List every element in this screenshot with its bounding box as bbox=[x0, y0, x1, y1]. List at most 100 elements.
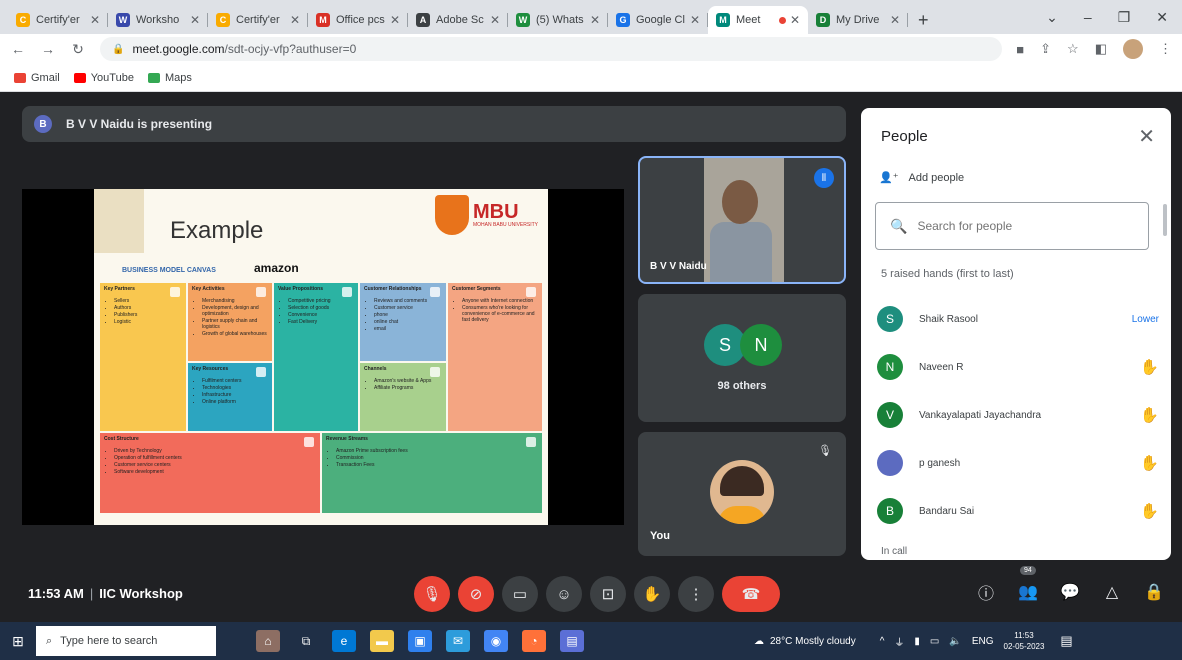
bookmark-star-icon[interactable]: ☆ bbox=[1067, 41, 1079, 57]
profile-avatar[interactable] bbox=[1123, 39, 1143, 59]
minimize-button[interactable]: – bbox=[1084, 9, 1092, 25]
bookmarks-bar: Gmail YouTube Maps bbox=[0, 64, 1182, 92]
temple-widget-icon[interactable]: ⌂ bbox=[256, 630, 280, 652]
browser-tab[interactable]: C Certify'er ✕ bbox=[208, 6, 308, 34]
network-icon[interactable]: ▮ bbox=[914, 636, 920, 647]
panel-scrollbar[interactable] bbox=[1163, 204, 1167, 236]
weather-widget[interactable]: ☁ 28°C Mostly cloudy bbox=[754, 636, 856, 647]
reload-icon[interactable]: ↻ bbox=[70, 41, 86, 58]
participant-row[interactable]: S Shaik Rasool Lower bbox=[877, 304, 1159, 334]
tab-close-icon[interactable]: ✕ bbox=[90, 13, 100, 27]
host-controls-icon[interactable]: 🔒 bbox=[1142, 580, 1166, 604]
slide-corner-decoration bbox=[94, 189, 144, 253]
tab-close-icon[interactable]: ✕ bbox=[290, 13, 300, 27]
menu-kebab-icon[interactable]: ⋮ bbox=[1159, 41, 1172, 57]
participant-row[interactable]: N Naveen R ✋ bbox=[877, 352, 1159, 382]
browser-toolbar: ← → ↻ 🔒 meet.google.com /sdt-ocjy-vfp?au… bbox=[0, 34, 1182, 64]
people-icon[interactable]: 94 👥 bbox=[1016, 566, 1040, 604]
browser-tab[interactable]: D My Drive ✕ bbox=[808, 6, 908, 34]
participant-row[interactable]: B Bandaru Sai ✋ bbox=[877, 496, 1159, 526]
tab-title: Office pcs bbox=[336, 14, 385, 26]
language-indicator[interactable]: ENG bbox=[972, 636, 994, 647]
browser-tab[interactable]: M Office pcs ✕ bbox=[308, 6, 408, 34]
notepad-icon[interactable]: ▤ bbox=[560, 630, 584, 652]
slide: Example MBU MOHAN BABU UNIVERSITY BUSINE… bbox=[94, 189, 548, 525]
side-panel-icon[interactable]: ◧ bbox=[1095, 41, 1107, 57]
bookmark-item[interactable]: YouTube bbox=[73, 72, 134, 84]
self-video-tile[interactable]: 🎙 You bbox=[638, 432, 846, 556]
forward-icon[interactable]: → bbox=[40, 41, 56, 57]
tab-close-icon[interactable]: ✕ bbox=[490, 13, 500, 27]
self-avatar bbox=[710, 460, 774, 524]
firefox-icon[interactable]: ◔ bbox=[522, 630, 546, 652]
tab-title: Certify'er bbox=[36, 14, 80, 26]
tab-close-icon[interactable]: ✕ bbox=[890, 13, 900, 27]
people-search-input[interactable] bbox=[917, 219, 1118, 233]
close-window-button[interactable]: ✕ bbox=[1156, 9, 1168, 26]
present-screen-button[interactable]: ⊡ bbox=[590, 576, 626, 612]
mail-icon[interactable]: ✉ bbox=[446, 630, 470, 652]
camera-in-use-icon[interactable]: ■ bbox=[1016, 42, 1024, 57]
captions-button[interactable]: ▭ bbox=[502, 576, 538, 612]
browser-tab[interactable]: W (5) Whats ✕ bbox=[508, 6, 608, 34]
taskbar-clock[interactable]: 11:53 02-05-2023 bbox=[1004, 630, 1045, 652]
tab-close-icon[interactable]: ✕ bbox=[190, 13, 200, 27]
bookmark-item[interactable]: Gmail bbox=[14, 72, 60, 84]
taskbar-search[interactable]: ⌕ Type here to search bbox=[36, 626, 216, 656]
presenter-video-tile[interactable]: ⦀ B V V Naidu bbox=[638, 156, 846, 284]
tab-search-icon[interactable]: ⌄ bbox=[1046, 9, 1058, 26]
others-tile[interactable]: S N 98 others bbox=[638, 294, 846, 422]
window-controls: ⌄ – ❐ ✕ bbox=[1046, 0, 1182, 34]
battery-icon[interactable]: ▭ bbox=[930, 636, 939, 647]
system-tray: ^ ⏚ ▮ ▭ 🔈 ENG bbox=[880, 634, 994, 649]
canvas-block-item: phone bbox=[374, 312, 442, 318]
canvas-block-item: Driven by Technology bbox=[114, 448, 316, 454]
store-icon[interactable]: ▣ bbox=[408, 630, 432, 652]
back-icon[interactable]: ← bbox=[10, 41, 26, 57]
task-view-icon[interactable]: ⧉ bbox=[294, 630, 318, 652]
browser-tab[interactable]: M Meet ✕ bbox=[708, 6, 808, 34]
close-icon[interactable]: ✕ bbox=[1138, 124, 1155, 149]
add-people-button[interactable]: 👤⁺ Add people bbox=[879, 171, 964, 185]
share-icon[interactable]: ⇪ bbox=[1040, 41, 1051, 57]
chat-icon[interactable]: 💬 bbox=[1058, 580, 1082, 604]
notification-icon[interactable]: ▤ bbox=[1060, 633, 1072, 649]
windows-start-icon[interactable]: ⊞ bbox=[0, 633, 36, 650]
participant-row[interactable]: p ganesh ✋ bbox=[877, 448, 1159, 478]
participant-row[interactable]: V Vankayalapati Jayachandra ✋ bbox=[877, 400, 1159, 430]
new-tab-button[interactable]: + bbox=[908, 6, 939, 34]
address-bar[interactable]: 🔒 meet.google.com /sdt-ocjy-vfp?authuser… bbox=[100, 37, 1003, 61]
browser-tab[interactable]: W Worksho ✕ bbox=[108, 6, 208, 34]
more-options-button[interactable]: ⋮ bbox=[678, 576, 714, 612]
call-controls: 🎙 ⊘ ▭ ☺ ⊡ ✋ ⋮ ☎ bbox=[414, 576, 780, 612]
usb-icon[interactable]: ⏚ bbox=[894, 634, 904, 649]
raise-hand-button[interactable]: ✋ bbox=[634, 576, 670, 612]
tab-close-icon[interactable]: ✕ bbox=[790, 13, 800, 27]
volume-icon[interactable]: 🔈 bbox=[949, 636, 961, 647]
tab-close-icon[interactable]: ✕ bbox=[390, 13, 400, 27]
people-search-field[interactable]: 🔍 bbox=[875, 202, 1149, 250]
presenter-tile-name: B V V Naidu bbox=[650, 261, 707, 272]
tab-close-icon[interactable]: ✕ bbox=[590, 13, 600, 27]
browser-tab[interactable]: G Google Cl ✕ bbox=[608, 6, 708, 34]
canvas-block: ChannelsAmazon's website & AppsAffiliate… bbox=[360, 363, 446, 431]
browser-tab[interactable]: A Adobe Sc ✕ bbox=[408, 6, 508, 34]
add-person-icon: 👤⁺ bbox=[879, 172, 899, 184]
bookmark-item[interactable]: Maps bbox=[147, 72, 192, 84]
edge-icon[interactable]: e bbox=[332, 630, 356, 652]
leave-call-button[interactable]: ☎ bbox=[722, 576, 780, 612]
microphone-off-button[interactable]: 🎙 bbox=[414, 576, 450, 612]
restore-button[interactable]: ❐ bbox=[1118, 9, 1131, 26]
chrome-icon[interactable]: ◉ bbox=[484, 630, 508, 652]
activities-icon[interactable]: △ bbox=[1100, 580, 1124, 604]
file-explorer-icon[interactable]: ▬ bbox=[370, 630, 394, 652]
emoji-reaction-button[interactable]: ☺ bbox=[546, 576, 582, 612]
camera-off-button[interactable]: ⊘ bbox=[458, 576, 494, 612]
lower-hand-button[interactable]: Lower bbox=[1132, 314, 1159, 325]
meeting-details-icon[interactable]: ⓘ bbox=[974, 580, 998, 604]
tab-close-icon[interactable]: ✕ bbox=[690, 13, 700, 27]
tab-title: Certify'er bbox=[236, 14, 280, 26]
tray-expand-icon[interactable]: ^ bbox=[880, 636, 885, 647]
browser-tab[interactable]: C Certify'er ✕ bbox=[8, 6, 108, 34]
presentation-view[interactable]: Example MBU MOHAN BABU UNIVERSITY BUSINE… bbox=[22, 189, 624, 525]
